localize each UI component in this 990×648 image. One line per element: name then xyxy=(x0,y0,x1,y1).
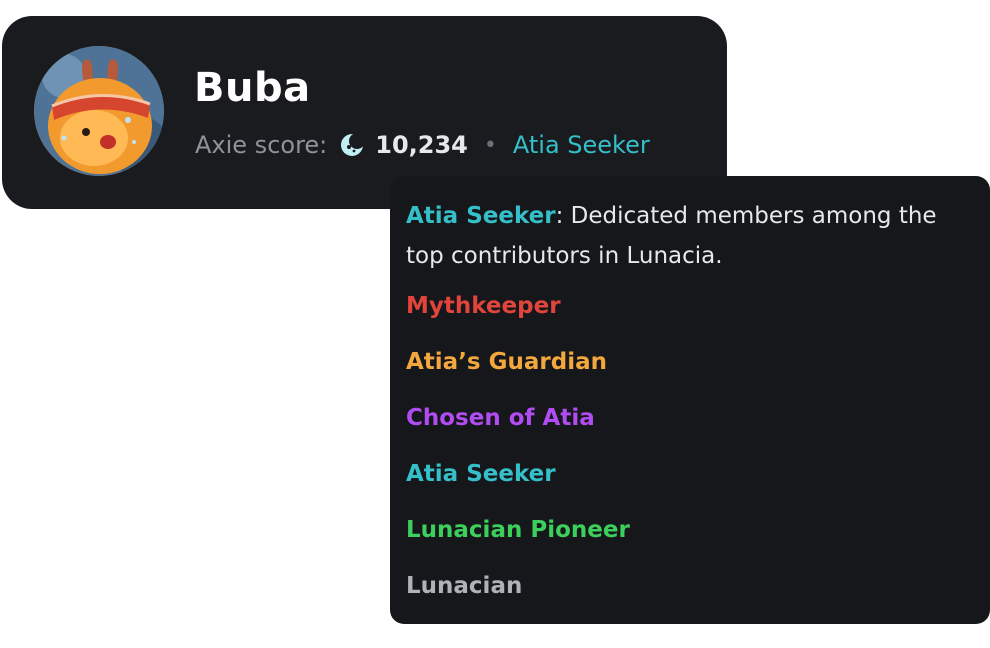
rank-link[interactable]: Atia Seeker xyxy=(513,131,650,159)
rank-item-chosen-of-atia: Chosen of Atia xyxy=(406,405,595,431)
tooltip-rank-name: Atia Seeker xyxy=(406,203,556,229)
rank-item-mythkeeper: Mythkeeper xyxy=(406,293,561,319)
rank-item-lunacian-pioneer: Lunacian Pioneer xyxy=(406,517,630,543)
rank-list: Mythkeeper Atia’s Guardian Chosen of Ati… xyxy=(406,292,974,628)
rank-item-atia-seeker: Atia Seeker xyxy=(406,461,556,487)
score-row: Axie score: 10,234 • Atia Seeker xyxy=(195,128,650,162)
axie-avatar-image xyxy=(34,46,164,176)
rank-item-lunacian: Lunacian xyxy=(406,573,523,599)
stage: Buba Axie score: 10,234 • Atia Seeker At… xyxy=(0,0,990,648)
rank-item-atias-guardian: Atia’s Guardian xyxy=(406,349,607,375)
score-value: 10,234 xyxy=(375,131,468,159)
rank-tooltip: Atia Seeker: Dedicated members among the… xyxy=(390,176,990,624)
profile-name: Buba xyxy=(194,65,311,111)
separator-dot: • xyxy=(483,132,497,158)
moon-icon xyxy=(339,132,366,158)
tooltip-description: Atia Seeker: Dedicated members among the… xyxy=(406,196,974,292)
score-label: Axie score: xyxy=(195,131,328,159)
avatar[interactable] xyxy=(34,46,164,176)
